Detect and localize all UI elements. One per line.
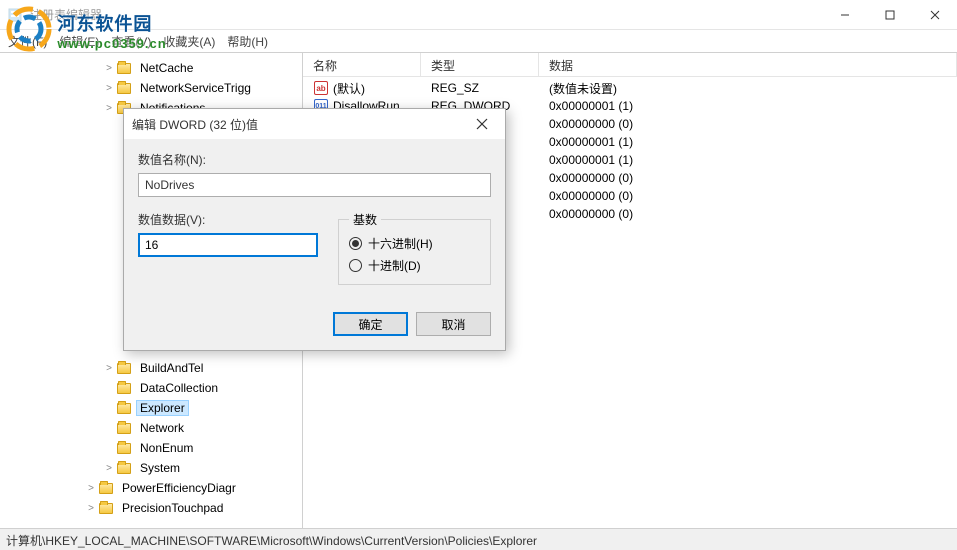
dialog-close-button[interactable] <box>467 112 497 136</box>
tree-label: DataCollection <box>136 381 222 395</box>
menu-view[interactable]: 查看(V) <box>111 33 151 50</box>
value-name: (默认) <box>333 80 365 97</box>
edit-dword-dialog: 编辑 DWORD (32 位)值 数值名称(N): 数值数据(V): 基数 十六… <box>123 108 506 351</box>
tree-label: System <box>136 461 184 475</box>
titlebar: 注册表编辑器 <box>0 0 957 30</box>
tree-label: Network <box>136 421 188 435</box>
menu-help[interactable]: 帮助(H) <box>227 33 268 50</box>
expand-icon[interactable]: > <box>102 363 116 374</box>
value-data: 0x00000001 (1) <box>539 135 957 149</box>
tree-item[interactable]: NonEnum <box>0 438 302 458</box>
tree-item[interactable]: > System <box>0 458 302 478</box>
radio-hex-icon <box>349 237 362 250</box>
folder-icon <box>116 421 132 435</box>
tree-label: NetworkServiceTrigg <box>136 81 255 95</box>
expand-icon[interactable]: > <box>84 503 98 514</box>
folder-icon <box>116 401 132 415</box>
cancel-button[interactable]: 取消 <box>416 312 491 336</box>
radio-hex[interactable]: 十六进制(H) <box>349 232 480 254</box>
tree-item[interactable]: > NetCache <box>0 58 302 78</box>
value-type: REG_SZ <box>421 81 539 95</box>
menu-bar: 文件(F) 编辑(E) 查看(V) 收藏夹(A) 帮助(H) <box>0 30 957 52</box>
folder-icon <box>116 61 132 75</box>
tree-item[interactable]: > PowerEfficiencyDiagr <box>0 478 302 498</box>
tree-label: PrecisionTouchpad <box>118 501 227 515</box>
tree-label: PowerEfficiencyDiagr <box>118 481 240 495</box>
radio-hex-label: 十六进制(H) <box>368 235 433 252</box>
expand-icon[interactable]: > <box>84 483 98 494</box>
list-header: 名称 类型 数据 <box>303 53 957 77</box>
list-row[interactable]: ab(默认) REG_SZ(数值未设置) <box>303 79 957 97</box>
folder-icon <box>116 361 132 375</box>
folder-icon <box>116 381 132 395</box>
status-path: 计算机\HKEY_LOCAL_MACHINE\SOFTWARE\Microsof… <box>6 534 537 548</box>
value-data-input[interactable] <box>138 233 318 257</box>
folder-icon <box>116 81 132 95</box>
expand-icon[interactable]: > <box>102 63 116 74</box>
close-button[interactable] <box>912 0 957 30</box>
header-name[interactable]: 名称 <box>303 53 421 76</box>
folder-icon <box>98 481 114 495</box>
value-name-input[interactable] <box>138 173 491 197</box>
tree-item[interactable]: > PrecisionTouchpad <box>0 498 302 518</box>
tree-item[interactable]: DataCollection <box>0 378 302 398</box>
window-title: 注册表编辑器 <box>30 6 822 23</box>
ok-button[interactable]: 确定 <box>333 312 408 336</box>
folder-icon <box>116 441 132 455</box>
value-data: 0x00000001 (1) <box>539 99 957 113</box>
base-legend: 基数 <box>349 211 381 228</box>
tree-label: NetCache <box>136 61 197 75</box>
value-name-label: 数值名称(N): <box>138 151 491 168</box>
tree-label: Explorer <box>136 400 189 416</box>
minimize-button[interactable] <box>822 0 867 30</box>
dialog-title: 编辑 DWORD (32 位)值 <box>132 116 467 133</box>
menu-file[interactable]: 文件(F) <box>8 33 47 50</box>
app-icon <box>7 7 23 23</box>
expand-icon[interactable]: > <box>102 463 116 474</box>
value-data: 0x00000001 (1) <box>539 153 957 167</box>
status-bar: 计算机\HKEY_LOCAL_MACHINE\SOFTWARE\Microsof… <box>0 528 957 550</box>
tree-label: BuildAndTel <box>136 361 207 375</box>
dialog-titlebar[interactable]: 编辑 DWORD (32 位)值 <box>124 109 505 139</box>
tree-item[interactable]: Explorer <box>0 398 302 418</box>
value-data: 0x00000000 (0) <box>539 171 957 185</box>
base-fieldset: 基数 十六进制(H) 十进制(D) <box>338 211 491 285</box>
header-data[interactable]: 数据 <box>539 53 957 76</box>
expand-icon[interactable]: > <box>102 83 116 94</box>
radio-dec[interactable]: 十进制(D) <box>349 254 480 276</box>
menu-favorites[interactable]: 收藏夹(A) <box>163 33 215 50</box>
radio-dec-label: 十进制(D) <box>368 257 421 274</box>
value-data: 0x00000000 (0) <box>539 207 957 221</box>
tree-item[interactable]: Network <box>0 418 302 438</box>
maximize-button[interactable] <box>867 0 912 30</box>
header-type[interactable]: 类型 <box>421 53 539 76</box>
expand-icon[interactable]: > <box>102 103 116 114</box>
value-data-label: 数值数据(V): <box>138 211 318 228</box>
tree-item[interactable]: > BuildAndTel <box>0 358 302 378</box>
tree-item[interactable]: > NetworkServiceTrigg <box>0 78 302 98</box>
folder-icon <box>98 501 114 515</box>
value-data: (数值未设置) <box>539 80 957 97</box>
tree-label: NonEnum <box>136 441 197 455</box>
menu-edit[interactable]: 编辑(E) <box>59 33 99 50</box>
radio-dec-icon <box>349 259 362 272</box>
value-data: 0x00000000 (0) <box>539 117 957 131</box>
folder-icon <box>116 461 132 475</box>
string-value-icon: ab <box>313 80 329 96</box>
value-data: 0x00000000 (0) <box>539 189 957 203</box>
